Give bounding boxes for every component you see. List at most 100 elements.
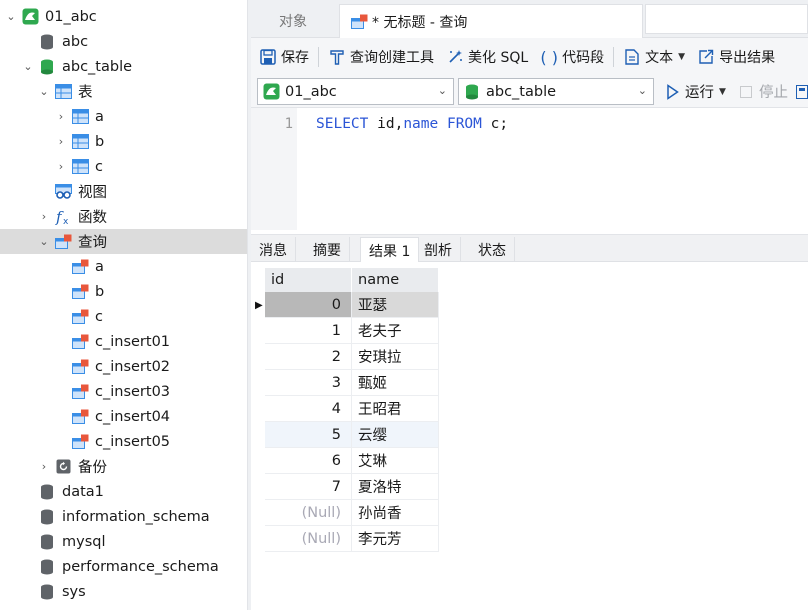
tab-result-1[interactable]: 结果 1 (360, 237, 420, 264)
query-builder-button[interactable]: 查询创建工具 (322, 42, 440, 72)
tree-item-query-c_insert04[interactable]: c_insert04 (0, 404, 247, 429)
query-icon (71, 308, 89, 326)
chevron-right-icon[interactable]: › (37, 204, 51, 229)
column-header-label: id (271, 272, 285, 288)
connection-select[interactable]: 01_abc ⌄ (257, 78, 454, 105)
tab-search-input[interactable] (645, 4, 808, 34)
tree-item-connection-01_abc[interactable]: ⌄ 01_abc (0, 4, 247, 29)
tree-item-tables-folder[interactable]: ⌄ 表 (0, 79, 247, 104)
tree-item-label: data1 (62, 483, 104, 500)
cell-name[interactable]: 王昭君 (352, 396, 439, 422)
query-builder-label: 查询创建工具 (350, 50, 434, 66)
tree-item-table-c[interactable]: › c (0, 154, 247, 179)
cell-id-null[interactable]: (Null) (265, 526, 352, 552)
chevron-down-icon[interactable]: ⌄ (4, 4, 18, 29)
cell-name[interactable]: 安琪拉 (352, 344, 439, 370)
chevron-down-icon[interactable]: ⌄ (37, 229, 51, 254)
cell-id[interactable]: 5 (265, 422, 352, 448)
connection-selector-bar: 01_abc ⌄ abc_table ⌄ 运行 ▼ 停止 (251, 76, 808, 108)
table-row[interactable]: 1 老夫子 (251, 318, 439, 344)
tab-untitled-query[interactable]: * 无标题 - 查询 (339, 4, 643, 38)
cell-id[interactable]: 2 (265, 344, 352, 370)
tree-item-query-c_insert05[interactable]: c_insert05 (0, 429, 247, 454)
cell-id[interactable]: 3 (265, 370, 352, 396)
save-button[interactable]: 保存 (253, 42, 315, 72)
table-row[interactable]: (Null) 孙尚香 (251, 500, 439, 526)
cell-id[interactable]: 7 (265, 474, 352, 500)
magic-wand-icon (446, 48, 464, 66)
tree-item-db-information_schema[interactable]: information_schema (0, 504, 247, 529)
line-number: 1 (284, 116, 293, 132)
tree-item-label: c_insert02 (95, 358, 171, 375)
table-row[interactable]: (Null) 李元芳 (251, 526, 439, 552)
cell-id-null[interactable]: (Null) (265, 500, 352, 526)
tree-item-db-abc[interactable]: abc (0, 29, 247, 54)
text-mode-button[interactable]: 文本 ▼ (617, 42, 691, 72)
column-header-id[interactable]: id (265, 268, 352, 292)
cell-id[interactable]: 6 (265, 448, 352, 474)
cell-id[interactable]: 0 (265, 292, 352, 318)
tree-item-query-a[interactable]: a (0, 254, 247, 279)
tree-item-views[interactable]: 视图 (0, 179, 247, 204)
cell-name[interactable]: 孙尚香 (352, 500, 439, 526)
chevron-down-icon[interactable]: ⌄ (21, 54, 35, 79)
tree-item-db-mysql[interactable]: mysql (0, 529, 247, 554)
cell-name[interactable]: 亚瑟 (352, 292, 439, 318)
cell-name[interactable]: 云缨 (352, 422, 439, 448)
database-grey-icon (38, 33, 56, 51)
stop-button[interactable]: 停止 (737, 78, 788, 105)
tree-item-db-data1[interactable]: data1 (0, 479, 247, 504)
tree-item-queries-folder[interactable]: ⌄ 查询 (0, 229, 247, 254)
table-row[interactable]: 5 云缨 (251, 422, 439, 448)
tree-item-query-c_insert03[interactable]: c_insert03 (0, 379, 247, 404)
tree-item-table-b[interactable]: › b (0, 129, 247, 154)
chevron-right-icon[interactable]: › (54, 154, 68, 179)
tables-folder-icon (54, 83, 72, 101)
sql-code-line[interactable]: SELECT id,name FROM c; (316, 116, 508, 132)
chevron-right-icon[interactable]: › (54, 129, 68, 154)
chevron-right-icon[interactable]: › (54, 104, 68, 129)
database-grey-icon (38, 508, 56, 526)
code-snippet-button[interactable]: ( ) 代码段 (534, 42, 610, 72)
tree-item-query-c_insert02[interactable]: c_insert02 (0, 354, 247, 379)
column-header-name[interactable]: name (352, 268, 439, 292)
cell-name[interactable]: 夏洛特 (352, 474, 439, 500)
cell-name[interactable]: 艾琳 (352, 448, 439, 474)
export-results-button[interactable]: 导出结果 (691, 42, 781, 72)
explain-icon[interactable] (796, 78, 808, 105)
table-row[interactable]: 6 艾琳 (251, 448, 439, 474)
tree-item-db-abc_table[interactable]: ⌄ abc_table (0, 54, 247, 79)
tab-status[interactable]: 状态 (470, 237, 515, 263)
database-select[interactable]: abc_table ⌄ (458, 78, 654, 105)
run-button[interactable]: 运行 ▼ (663, 78, 726, 105)
save-icon (259, 48, 277, 66)
table-row[interactable]: 7 夏洛特 (251, 474, 439, 500)
tree-item-db-performance_schema[interactable]: performance_schema (0, 554, 247, 579)
cell-name[interactable]: 李元芳 (352, 526, 439, 552)
tree-item-query-c_insert01[interactable]: c_insert01 (0, 329, 247, 354)
dropdown-caret-icon: ▼ (719, 86, 726, 97)
table-row[interactable]: 3 甄姬 (251, 370, 439, 396)
cell-id[interactable]: 1 (265, 318, 352, 344)
chevron-down-icon[interactable]: ⌄ (37, 79, 51, 104)
tab-messages[interactable]: 消息 (251, 237, 296, 263)
tree-item-functions[interactable]: › fx 函数 (0, 204, 247, 229)
cell-name[interactable]: 甄姬 (352, 370, 439, 396)
table-row[interactable]: ▶ 0 亚瑟 (251, 292, 439, 318)
beautify-sql-button[interactable]: 美化 SQL (440, 42, 534, 72)
tree-item-query-c[interactable]: c (0, 304, 247, 329)
table-row[interactable]: 4 王昭君 (251, 396, 439, 422)
tree-item-db-sys[interactable]: sys (0, 579, 247, 604)
tab-profile[interactable]: 剖析 (416, 237, 461, 263)
cell-name[interactable]: 老夫子 (352, 318, 439, 344)
tab-objects[interactable]: 对象 (269, 4, 317, 38)
tab-summary[interactable]: 摘要 (305, 237, 350, 263)
text-mode-label: 文本 (645, 50, 674, 66)
cell-id[interactable]: 4 (265, 396, 352, 422)
table-row[interactable]: 2 安琪拉 (251, 344, 439, 370)
tree-item-table-a[interactable]: › a (0, 104, 247, 129)
chevron-right-icon[interactable]: › (37, 454, 51, 479)
tree-item-backups[interactable]: › 备份 (0, 454, 247, 479)
tree-item-query-b[interactable]: b (0, 279, 247, 304)
sql-editor[interactable]: 1 SELECT id,name FROM c; (251, 108, 808, 230)
